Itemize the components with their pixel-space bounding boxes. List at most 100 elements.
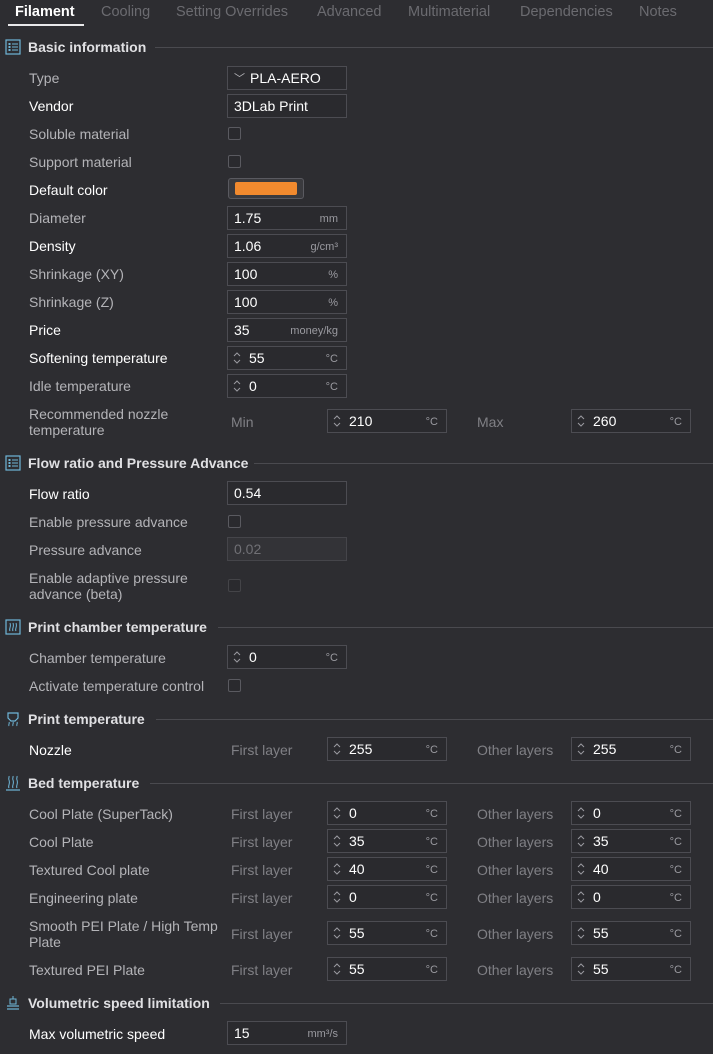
bed-first-layer-spinner[interactable]: 40 °C <box>327 857 447 881</box>
bed-first-layer-spinner[interactable]: 55 °C <box>327 921 447 945</box>
bed-plate-label: Cool Plate <box>29 834 94 850</box>
spinner-arrows-icon[interactable] <box>576 805 586 821</box>
nozzle-label: Nozzle <box>29 742 72 758</box>
adaptive-pressure-advance-checkbox[interactable] <box>228 579 241 592</box>
bed-other-layers-spinner[interactable]: 40 °C <box>571 857 691 881</box>
spinner-arrows-icon[interactable] <box>232 378 242 394</box>
diameter-value: 1.75 <box>234 210 262 226</box>
spinner-arrows-icon[interactable] <box>576 741 586 757</box>
unit-label: °C <box>425 928 438 940</box>
bed-first-layer-spinner[interactable]: 0 °C <box>327 801 447 825</box>
spinner-arrows-icon[interactable] <box>332 889 342 905</box>
bed-plate-label: Engineering plate <box>29 890 138 906</box>
nozzle-first-layer-spinner[interactable]: 255 °C <box>327 737 447 761</box>
unit-label: mm <box>319 213 338 225</box>
other-layers-label: Other layers <box>477 862 554 878</box>
spinner-arrows-icon[interactable] <box>332 861 342 877</box>
tab-setting-overrides[interactable]: Setting Overrides <box>176 4 288 20</box>
pressure-advance-field[interactable]: 0.02 <box>227 537 347 561</box>
other-layers-label: Other layers <box>477 834 554 850</box>
nozzle-other-layers-spinner[interactable]: 255 °C <box>571 737 691 761</box>
idle-temperature-spinner[interactable]: 0 °C <box>227 374 347 398</box>
price-field[interactable]: 35 money/kg <box>227 318 347 342</box>
bed-other-layers-spinner[interactable]: 55 °C <box>571 957 691 981</box>
unit-label: °C <box>325 652 338 664</box>
spinner-arrows-icon[interactable] <box>332 925 342 941</box>
bed-first-layer-spinner[interactable]: 55 °C <box>327 957 447 981</box>
spinner-arrows-icon[interactable] <box>332 741 342 757</box>
tab-advanced[interactable]: Advanced <box>317 4 382 20</box>
flow-ratio-field[interactable]: 0.54 <box>227 481 347 505</box>
support-label: Support material <box>29 154 132 170</box>
bed-other-layers-spinner[interactable]: 35 °C <box>571 829 691 853</box>
max-volumetric-speed-field[interactable]: 15 mm³/s <box>227 1021 347 1045</box>
spinner-arrows-icon[interactable] <box>576 925 586 941</box>
spinner-arrows-icon[interactable] <box>332 833 342 849</box>
unit-label: °C <box>425 892 438 904</box>
spinner-arrows-icon[interactable] <box>576 961 586 977</box>
bed-first-layer-spinner[interactable]: 0 °C <box>327 885 447 909</box>
tab-filament[interactable]: Filament <box>15 4 75 20</box>
vendor-field[interactable]: 3DLab Print <box>227 94 347 118</box>
density-field[interactable]: 1.06 g/cm³ <box>227 234 347 258</box>
first-layer-label: First layer <box>231 926 293 942</box>
bed-plate-label: Textured PEI Plate <box>29 962 145 978</box>
unit-label: °C <box>425 964 438 976</box>
nozzle-max-value: 260 <box>593 413 617 429</box>
unit-label: °C <box>425 808 438 820</box>
recommended-nozzle-temperature-label: Recommended nozzle temperature <box>29 406 169 438</box>
shrinkage-xy-field[interactable]: 100 % <box>227 262 347 286</box>
activate-temperature-control-checkbox[interactable] <box>228 679 241 692</box>
first-layer-label: First layer <box>231 890 293 906</box>
type-dropdown[interactable]: ﹀ PLA-AERO <box>227 66 347 90</box>
spinner-arrows-icon[interactable] <box>332 413 342 429</box>
diameter-field[interactable]: 1.75 mm <box>227 206 347 230</box>
spinner-arrows-icon[interactable] <box>332 961 342 977</box>
unit-label: °C <box>425 744 438 756</box>
spinner-arrows-icon[interactable] <box>576 833 586 849</box>
softening-temperature-spinner[interactable]: 55 °C <box>227 346 347 370</box>
bed-other-layers-spinner[interactable]: 0 °C <box>571 801 691 825</box>
divider <box>220 1003 713 1004</box>
unit-label: °C <box>325 381 338 393</box>
section-title: Flow ratio and Pressure Advance <box>28 455 249 471</box>
shrinkage-xy-label: Shrinkage (XY) <box>29 266 124 282</box>
first-layer-label: First layer <box>231 834 293 850</box>
soluble-checkbox[interactable] <box>228 127 241 140</box>
spinner-arrows-icon[interactable] <box>232 649 242 665</box>
unit-label: °C <box>669 416 682 428</box>
tab-notes[interactable]: Notes <box>639 4 677 20</box>
list-icon <box>5 455 21 471</box>
chamber-temperature-spinner[interactable]: 0 °C <box>227 645 347 669</box>
support-checkbox[interactable] <box>228 155 241 168</box>
unit-label: °C <box>425 836 438 848</box>
nozzle-min-spinner[interactable]: 210 °C <box>327 409 447 433</box>
spinner-arrows-icon[interactable] <box>232 350 242 366</box>
tab-multimaterial[interactable]: Multimaterial <box>408 4 490 20</box>
tab-dependencies[interactable]: Dependencies <box>520 4 613 20</box>
enable-pressure-advance-checkbox[interactable] <box>228 515 241 528</box>
spinner-arrows-icon[interactable] <box>576 413 586 429</box>
shrinkage-z-field[interactable]: 100 % <box>227 290 347 314</box>
section-title: Bed temperature <box>28 775 140 791</box>
unit-label: money/kg <box>290 325 338 337</box>
color-picker-button[interactable] <box>228 178 304 199</box>
tab-cooling[interactable]: Cooling <box>101 4 150 20</box>
bed-other-layers-spinner[interactable]: 55 °C <box>571 921 691 945</box>
shrinkage-z-value: 100 <box>234 294 258 310</box>
activate-temperature-control-label: Activate temperature control <box>29 678 205 694</box>
bed-first-layer-spinner[interactable]: 35 °C <box>327 829 447 853</box>
bed-other-layers-value: 55 <box>593 961 609 977</box>
section-print-temperature: Print temperature <box>0 710 713 728</box>
flow-ratio-label: Flow ratio <box>29 486 90 502</box>
nozzle-first-layer-value: 255 <box>349 741 373 757</box>
spinner-arrows-icon[interactable] <box>576 889 586 905</box>
unit-label: °C <box>669 808 682 820</box>
spinner-arrows-icon[interactable] <box>332 805 342 821</box>
unit-label: °C <box>425 416 438 428</box>
bed-other-layers-value: 40 <box>593 861 609 877</box>
bed-other-layers-spinner[interactable]: 0 °C <box>571 885 691 909</box>
nozzle-max-spinner[interactable]: 260 °C <box>571 409 691 433</box>
adaptive-pressure-advance-label: Enable adaptive pressure advance (beta) <box>29 570 188 602</box>
spinner-arrows-icon[interactable] <box>576 861 586 877</box>
